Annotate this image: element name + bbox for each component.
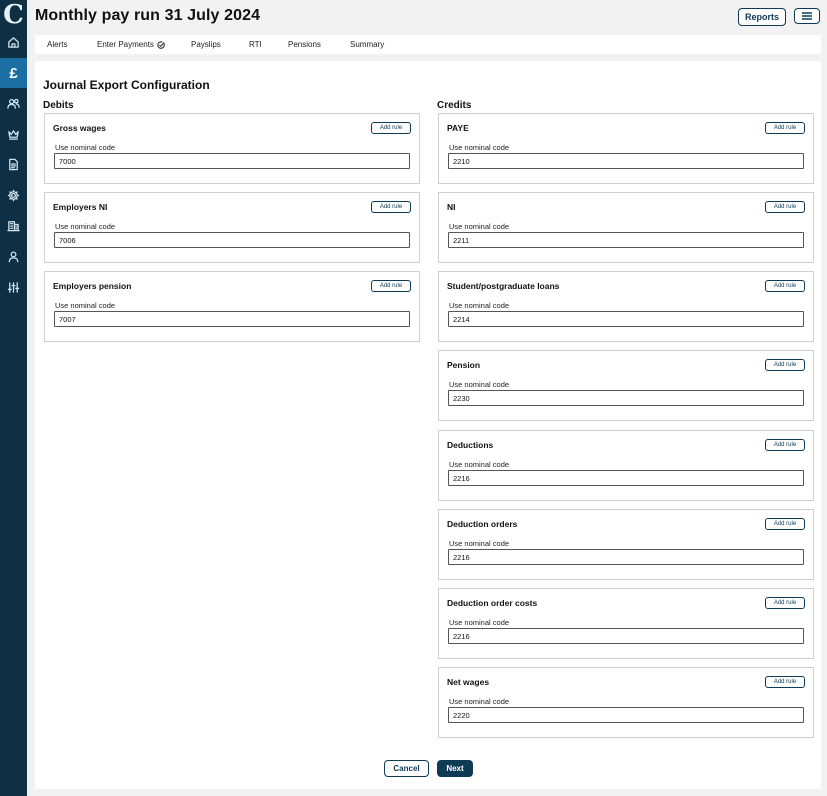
crown-icon: [8, 129, 19, 140]
sidebar-item-account[interactable]: [0, 241, 27, 271]
debit-card-employers-ni: Employers NI Add rule Use nominal code: [44, 192, 420, 263]
tab-rti[interactable]: RTI: [249, 40, 262, 49]
sidebar-item-benefits[interactable]: [0, 119, 27, 149]
sliders-icon: [7, 281, 20, 293]
add-rule-button[interactable]: Add rule: [765, 597, 805, 609]
sidebar-item-home[interactable]: [0, 27, 27, 57]
credit-card-pension: Pension Add rule Use nominal code: [438, 350, 814, 421]
credit-card-student-loans: Student/postgraduate loans Add rule Use …: [438, 271, 814, 342]
field-label: Use nominal code: [449, 380, 510, 389]
debits-heading: Debits: [43, 100, 74, 111]
field-label: Use nominal code: [449, 697, 510, 706]
page-title: Monthly pay run 31 July 2024: [35, 7, 261, 24]
building-icon: [7, 220, 20, 231]
tab-enter-payments[interactable]: Enter Payments: [97, 40, 165, 49]
nominal-code-input[interactable]: [54, 153, 410, 169]
debit-card-gross-wages: Gross wages Add rule Use nominal code: [44, 113, 420, 184]
nominal-code-input[interactable]: [448, 628, 804, 644]
tab-bar: Alerts Enter Payments Payslips RTI Pensi…: [35, 35, 821, 54]
card-title: Pension: [447, 360, 481, 370]
tab-summary[interactable]: Summary: [350, 40, 384, 49]
nominal-code-input[interactable]: [448, 232, 804, 248]
card-title: NI: [447, 202, 456, 212]
sidebar-item-documents[interactable]: [0, 149, 27, 179]
tab-alerts[interactable]: Alerts: [47, 40, 67, 49]
reports-button[interactable]: Reports: [738, 8, 786, 26]
sidebar-item-settings[interactable]: [0, 180, 27, 210]
credits-heading: Credits: [437, 100, 472, 111]
nominal-code-input[interactable]: [448, 470, 804, 486]
card-title: Student/postgraduate loans: [447, 281, 560, 291]
credit-card-net-wages: Net wages Add rule Use nominal code: [438, 667, 814, 738]
nominal-code-input[interactable]: [448, 549, 804, 565]
people-icon: [7, 98, 20, 109]
card-title: Gross wages: [53, 123, 106, 133]
section-title: Journal Export Configuration: [43, 78, 210, 92]
pound-icon: £: [9, 64, 18, 82]
debit-card-employers-pension: Employers pension Add rule Use nominal c…: [44, 271, 420, 342]
field-label: Use nominal code: [55, 143, 116, 152]
hamburger-icon: [802, 12, 812, 20]
home-icon: [8, 36, 19, 48]
card-title: Deduction order costs: [447, 598, 538, 608]
add-rule-button[interactable]: Add rule: [371, 201, 411, 213]
tab-pensions[interactable]: Pensions: [288, 40, 321, 49]
credit-card-paye: PAYE Add rule Use nominal code: [438, 113, 814, 184]
sidebar: C £: [0, 0, 27, 796]
cancel-button[interactable]: Cancel: [384, 760, 429, 777]
field-label: Use nominal code: [449, 143, 510, 152]
add-rule-button[interactable]: Add rule: [765, 439, 805, 451]
field-label: Use nominal code: [449, 460, 510, 469]
user-icon: [8, 250, 19, 262]
card-title: Deduction orders: [447, 519, 518, 529]
document-icon: [9, 158, 18, 170]
tab-payslips[interactable]: Payslips: [191, 40, 221, 49]
card-title: PAYE: [447, 123, 469, 133]
add-rule-button[interactable]: Add rule: [765, 201, 805, 213]
field-label: Use nominal code: [449, 539, 510, 548]
sidebar-item-employees[interactable]: [0, 88, 27, 118]
field-label: Use nominal code: [55, 222, 116, 231]
credit-card-deduction-orders: Deduction orders Add rule Use nominal co…: [438, 509, 814, 580]
card-title: Employers NI: [53, 202, 108, 212]
nominal-code-input[interactable]: [448, 311, 804, 327]
menu-button[interactable]: [794, 8, 820, 24]
credit-card-deductions: Deductions Add rule Use nominal code: [438, 430, 814, 501]
add-rule-button[interactable]: Add rule: [765, 359, 805, 371]
check-circle-icon: [157, 40, 165, 49]
nominal-code-input[interactable]: [54, 311, 410, 327]
sidebar-item-adjustments[interactable]: [0, 272, 27, 302]
card-title: Deductions: [447, 440, 494, 450]
app-logo: C: [3, 0, 24, 30]
card-title: Net wages: [447, 677, 490, 687]
field-label: Use nominal code: [449, 222, 510, 231]
nominal-code-input[interactable]: [448, 707, 804, 723]
add-rule-button[interactable]: Add rule: [765, 280, 805, 292]
next-button[interactable]: Next: [437, 760, 473, 777]
add-rule-button[interactable]: Add rule: [371, 122, 411, 134]
gear-icon: [7, 189, 20, 201]
credit-card-ni: NI Add rule Use nominal code: [438, 192, 814, 263]
sidebar-item-company[interactable]: [0, 210, 27, 240]
add-rule-button[interactable]: Add rule: [765, 518, 805, 530]
card-title: Employers pension: [53, 281, 132, 291]
credit-card-deduction-order-costs: Deduction order costs Add rule Use nomin…: [438, 588, 814, 659]
nominal-code-input[interactable]: [54, 232, 410, 248]
nominal-code-input[interactable]: [448, 390, 804, 406]
add-rule-button[interactable]: Add rule: [765, 676, 805, 688]
add-rule-button[interactable]: Add rule: [765, 122, 805, 134]
nominal-code-input[interactable]: [448, 153, 804, 169]
field-label: Use nominal code: [55, 301, 116, 310]
field-label: Use nominal code: [449, 301, 510, 310]
sidebar-item-payroll[interactable]: £: [0, 58, 27, 88]
field-label: Use nominal code: [449, 618, 510, 627]
add-rule-button[interactable]: Add rule: [371, 280, 411, 292]
